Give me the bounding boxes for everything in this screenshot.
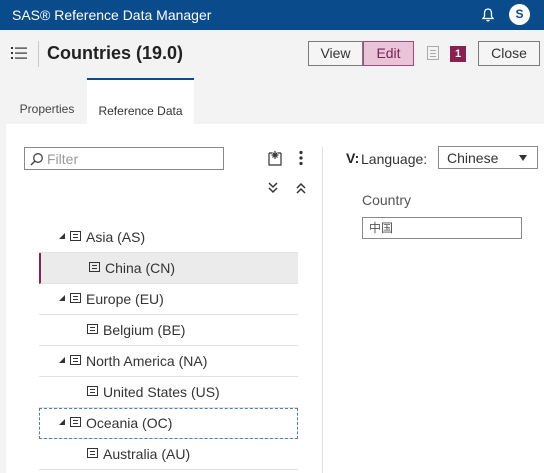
item-icon <box>70 231 81 241</box>
tree-node-label: Belgium (BE) <box>103 322 186 338</box>
new-item-icon[interactable] <box>268 150 282 166</box>
count-badge[interactable]: 1 <box>450 46 466 62</box>
item-icon <box>87 386 98 396</box>
expanded-triangle-icon[interactable] <box>59 419 65 425</box>
language-value: Chinese <box>447 150 499 166</box>
tree-node-china[interactable]: China (CN) <box>39 253 298 284</box>
country-field-label: Country <box>362 192 412 208</box>
tree-node-label: United States (US) <box>103 384 220 400</box>
bell-icon[interactable] <box>480 7 496 23</box>
tree-node-label: Oceania (OC) <box>86 415 173 431</box>
tree-node-label: Australia (AU) <box>103 446 191 462</box>
tree-node-oceania[interactable]: Oceania (OC) <box>39 408 298 439</box>
item-icon <box>70 355 81 365</box>
expanded-triangle-icon[interactable] <box>59 233 65 239</box>
item-icon <box>87 324 98 334</box>
tree-node-north-america[interactable]: North America (NA) <box>39 346 298 377</box>
language-select[interactable]: Chinese <box>438 146 538 169</box>
tree-node-label: Europe (EU) <box>86 291 164 307</box>
close-button[interactable]: Close <box>478 41 540 66</box>
object-header: Countries (19.0) View Edit 1 Close <box>0 30 544 78</box>
tab-reference-data[interactable]: Reference Data <box>87 78 194 124</box>
more-options-icon[interactable] <box>296 150 306 166</box>
list-menu-icon[interactable] <box>11 46 27 60</box>
item-icon <box>70 293 81 303</box>
tree-node-europe[interactable]: Europe (EU) <box>39 284 298 315</box>
tree-node-label: North America (NA) <box>86 353 208 369</box>
reference-data-tree: Asia (AS) China (CN) Europe (EU) Belgium… <box>39 222 298 470</box>
item-icon <box>70 417 81 427</box>
tree-node-asia[interactable]: Asia (AS) <box>39 222 298 253</box>
content-panel: Asia (AS) China (CN) Europe (EU) Belgium… <box>6 124 544 473</box>
expand-all-icon[interactable] <box>268 182 278 194</box>
chevron-down-icon <box>519 155 527 161</box>
header-divider <box>38 41 39 67</box>
view-button[interactable]: View <box>308 41 363 66</box>
tree-node-label: Asia (AS) <box>86 229 146 245</box>
document-icon[interactable] <box>427 46 439 60</box>
tree-node-belgium[interactable]: Belgium (BE) <box>39 315 298 346</box>
page-title: Countries (19.0) <box>47 43 184 63</box>
filter-input[interactable] <box>47 150 217 167</box>
expanded-triangle-icon[interactable] <box>59 357 65 363</box>
app-title: SAS® Reference Data Manager <box>12 7 212 23</box>
tab-bar: Properties Reference Data <box>0 78 544 124</box>
item-icon <box>89 262 100 272</box>
filter-box[interactable] <box>24 147 224 170</box>
country-field[interactable]: 中国 <box>362 217 522 239</box>
tab-properties[interactable]: Properties <box>8 78 86 124</box>
panel-divider <box>322 147 323 473</box>
collapse-all-icon[interactable] <box>296 182 306 194</box>
tree-node-united-states[interactable]: United States (US) <box>39 377 298 408</box>
item-icon <box>87 448 98 458</box>
tree-node-australia[interactable]: Australia (AU) <box>39 439 298 470</box>
tree-node-label: China (CN) <box>105 260 176 276</box>
truncated-label: V: <box>346 150 360 166</box>
user-avatar[interactable]: S <box>509 4 530 25</box>
expanded-triangle-icon[interactable] <box>59 295 65 301</box>
language-label: Language: <box>361 151 428 167</box>
search-icon <box>30 153 43 166</box>
app-bar: SAS® Reference Data Manager S <box>0 0 544 30</box>
edit-button[interactable]: Edit <box>363 41 414 66</box>
